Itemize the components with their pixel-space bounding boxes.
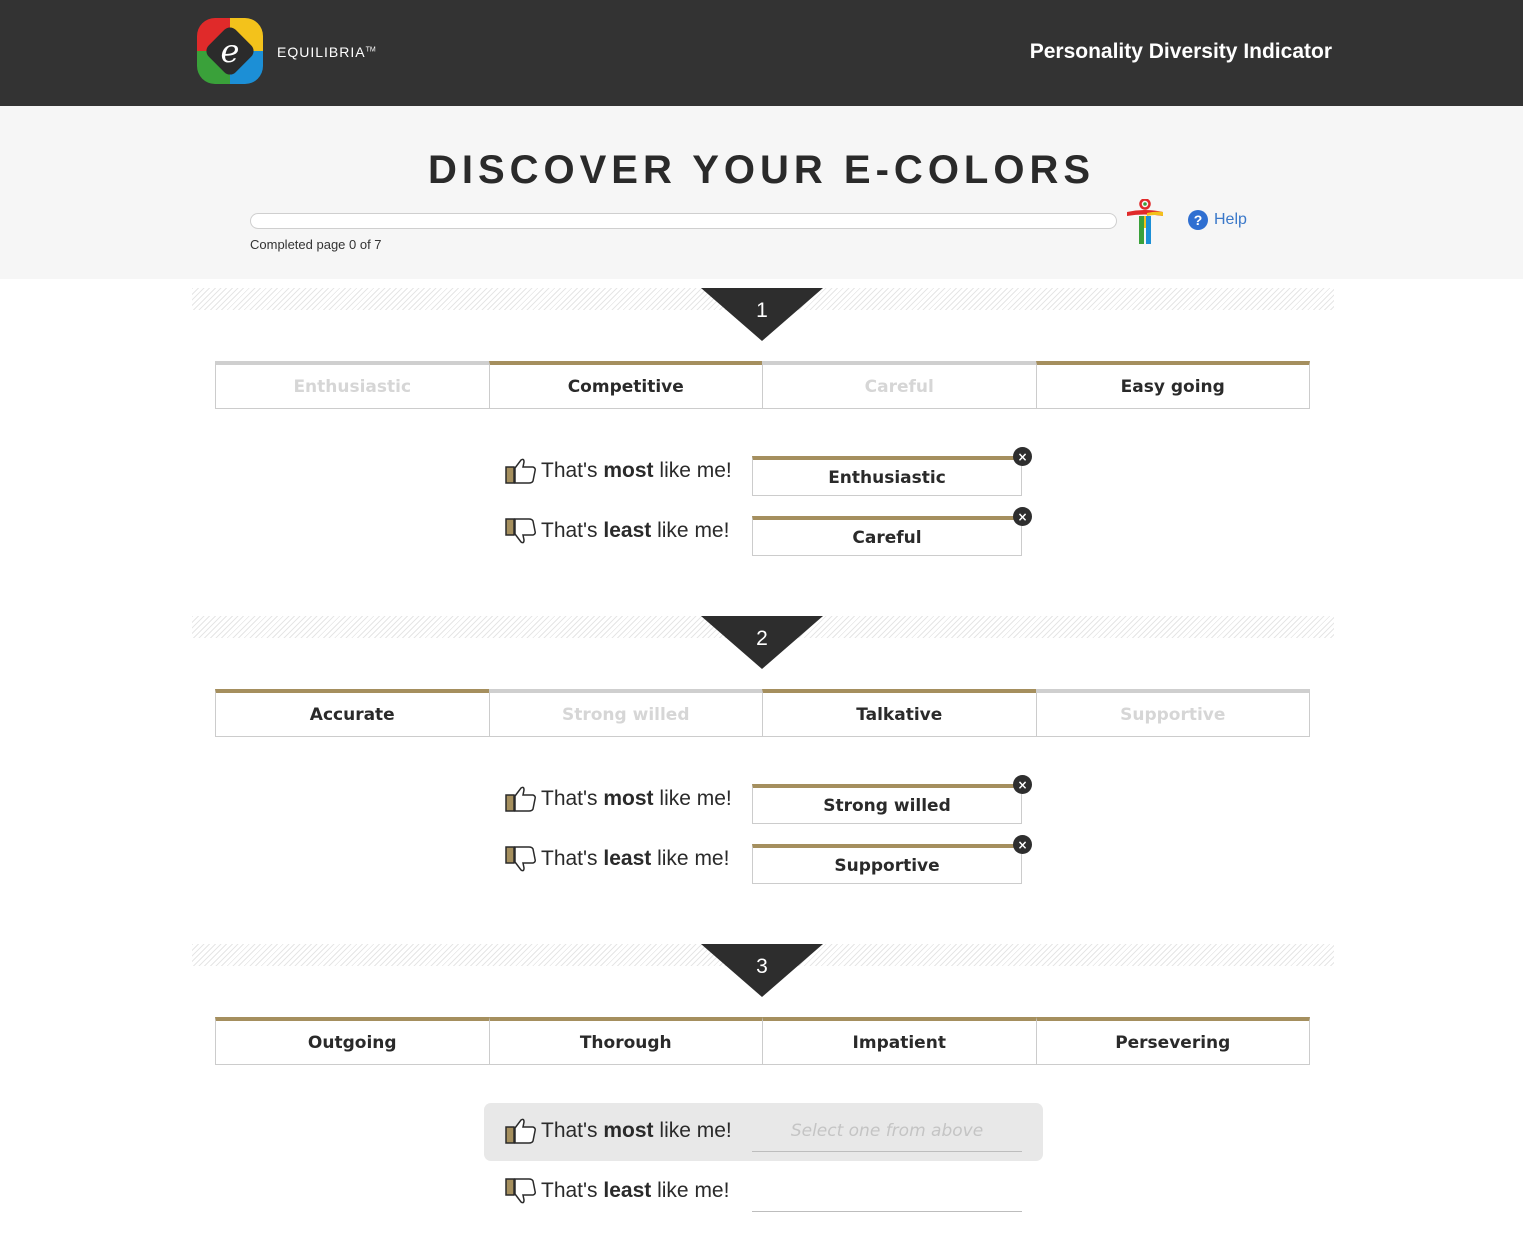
option-list: Accurate Strong willed Talkative Support… (215, 689, 1310, 737)
option-button[interactable]: Outgoing (215, 1017, 490, 1065)
option-button[interactable]: Supportive (1035, 689, 1310, 737)
thumbs-up-icon (505, 1118, 536, 1144)
least-like-me-row: That's least like me! Careful × (484, 503, 1043, 561)
option-button[interactable]: Enthusiastic (215, 361, 490, 409)
least-like-me-label: That's least like me! (505, 1177, 729, 1205)
least-like-me-slot[interactable]: Supportive (752, 844, 1022, 884)
equilibria-logo[interactable]: e (195, 16, 265, 86)
least-like-me-slot[interactable] (752, 1171, 1022, 1212)
option-button[interactable]: Thorough (488, 1017, 763, 1065)
help-icon: ? (1188, 210, 1208, 230)
most-like-me-label: That's most like me! (505, 1117, 732, 1145)
top-bar: e EQUILIBRIATM Personality Diversity Ind… (0, 0, 1523, 106)
question-number: 1 (756, 299, 768, 322)
hero-section: DISCOVER YOUR E-COLORS Completed page 0 … (0, 106, 1523, 279)
option-button[interactable]: Accurate (215, 689, 490, 737)
most-like-me-slot[interactable]: Enthusiastic (752, 456, 1022, 496)
least-like-me-row: That's least like me! (484, 1163, 1043, 1221)
thumbs-up-icon (505, 786, 536, 812)
thumbs-down-icon (505, 518, 536, 544)
most-like-me-slot[interactable]: Strong willed (752, 784, 1022, 824)
option-list: Outgoing Thorough Impatient Persevering (215, 1017, 1310, 1065)
help-link[interactable]: ? Help (1188, 210, 1247, 230)
option-button[interactable]: Persevering (1035, 1017, 1310, 1065)
most-like-me-row: That's most like me! Enthusiastic × (484, 443, 1043, 501)
least-like-me-row: That's least like me! Supportive × (484, 831, 1043, 889)
progress-bar (250, 213, 1117, 229)
thumbs-up-icon (505, 458, 536, 484)
thumbs-down-icon (505, 846, 536, 872)
least-like-me-label: That's least like me! (505, 845, 729, 873)
svg-text:e: e (221, 32, 240, 70)
least-like-me-slot[interactable]: Careful (752, 516, 1022, 556)
brand-name: EQUILIBRIATM (277, 44, 376, 60)
option-button[interactable]: Talkative (762, 689, 1037, 737)
most-like-me-slot[interactable]: Select one from above (752, 1111, 1022, 1152)
person-figure-icon (1127, 199, 1163, 244)
remove-most-button[interactable]: × (1013, 447, 1032, 466)
option-button[interactable]: Impatient (762, 1017, 1037, 1065)
most-like-me-row: That's most like me! Select one from abo… (484, 1103, 1043, 1161)
least-like-me-label: That's least like me! (505, 517, 729, 545)
option-button[interactable]: Careful (762, 361, 1037, 409)
remove-least-button[interactable]: × (1013, 507, 1032, 526)
most-like-me-label: That's most like me! (505, 785, 732, 813)
most-like-me-row: That's most like me! Strong willed × (484, 771, 1043, 829)
remove-least-button[interactable]: × (1013, 835, 1032, 854)
app-title: Personality Diversity Indicator (1029, 40, 1332, 63)
option-button[interactable]: Easy going (1035, 361, 1310, 409)
thumbs-down-icon (505, 1178, 536, 1204)
question-1: 1 Enthusiastic Competitive Careful Easy … (0, 279, 1523, 607)
question-number: 2 (756, 627, 768, 650)
option-list: Enthusiastic Competitive Careful Easy go… (215, 361, 1310, 409)
progress-text: Completed page 0 of 7 (250, 237, 382, 252)
question-2: 2 Accurate Strong willed Talkative Suppo… (0, 607, 1523, 935)
help-label: Help (1214, 211, 1247, 228)
most-like-me-label: That's most like me! (505, 457, 732, 485)
option-button[interactable]: Strong willed (488, 689, 763, 737)
question-3: 3 Outgoing Thorough Impatient Perseverin… (0, 935, 1523, 1242)
page-title: DISCOVER YOUR E-COLORS (427, 148, 1096, 192)
remove-most-button[interactable]: × (1013, 775, 1032, 794)
question-number: 3 (756, 955, 768, 978)
option-button[interactable]: Competitive (488, 361, 763, 409)
